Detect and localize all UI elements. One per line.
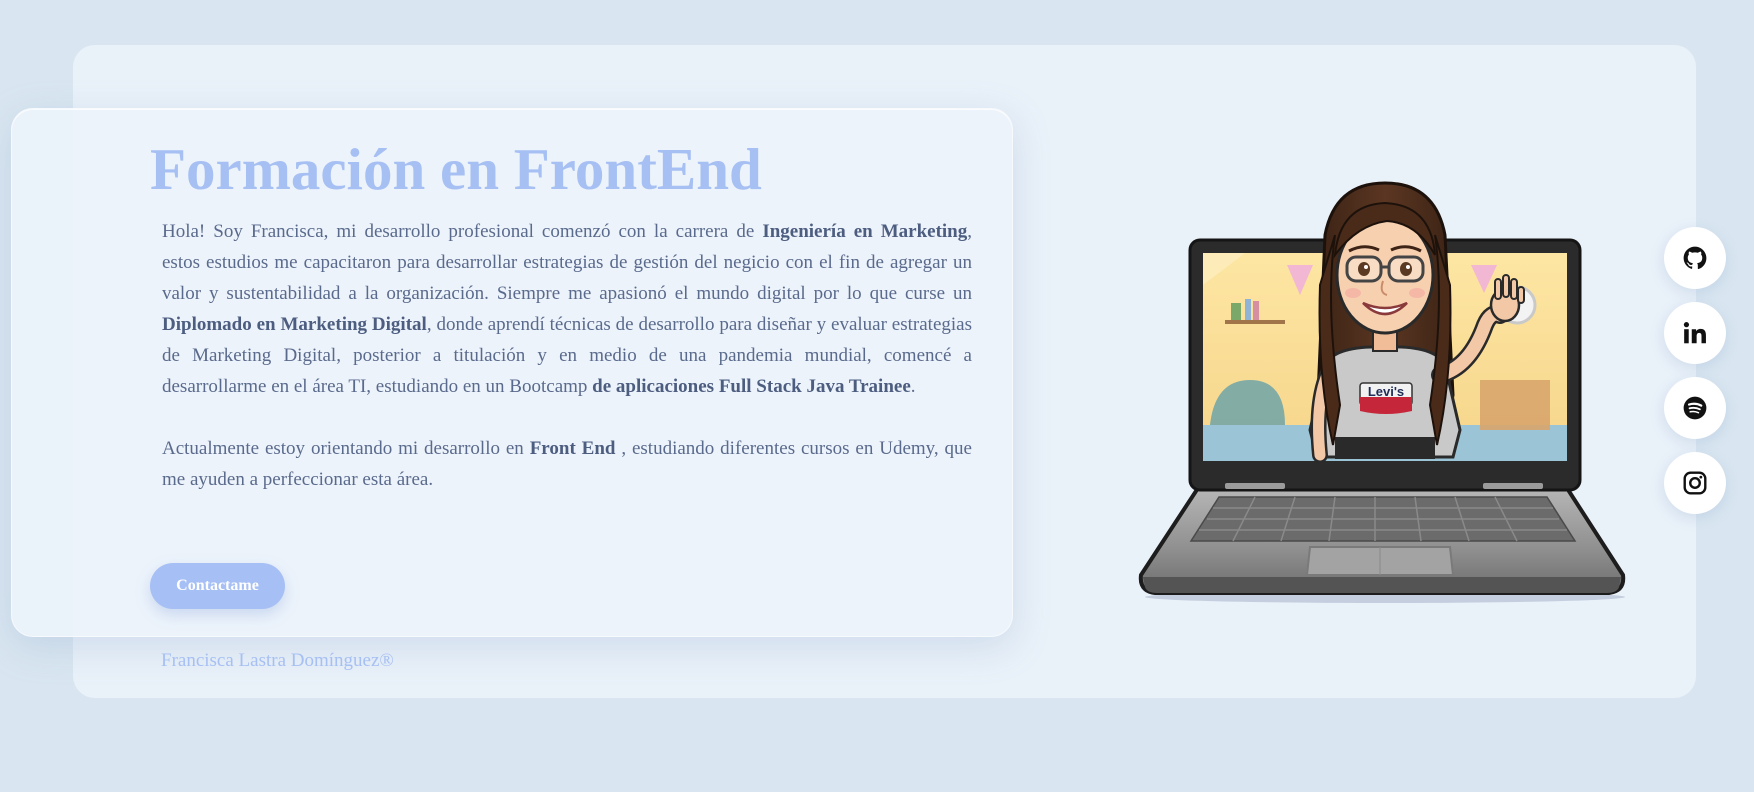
spotify-icon <box>1683 396 1707 420</box>
footer-credit: Francisca Lastra Domínguez® <box>161 650 394 671</box>
linkedin-link[interactable] <box>1664 302 1726 364</box>
contact-button[interactable]: Contactame <box>150 563 285 609</box>
bio-highlight-digital-marketing: Diplomado en Marketing Digital <box>162 314 427 335</box>
bio-text-segment: Hola! Soy Francisca, mi desarrollo profe… <box>162 221 763 242</box>
instagram-link[interactable] <box>1664 452 1726 514</box>
bio-text-segment: . <box>910 376 916 397</box>
bio-paragraph-2: Actualmente estoy orientando mi desarrol… <box>162 433 972 495</box>
shirt-logo: Levi's <box>1368 384 1404 399</box>
instagram-icon <box>1683 471 1707 495</box>
bio-text-segment: Actualmente estoy orientando mi desarrol… <box>162 438 530 459</box>
bio-text: Hola! Soy Francisca, mi desarrollo profe… <box>162 216 972 495</box>
page-title: Formación en FrontEnd <box>150 136 762 202</box>
github-icon <box>1683 246 1707 270</box>
bio-highlight-marketing-degree: Ingeniería en Marketing <box>762 221 968 242</box>
linkedin-icon <box>1683 322 1706 344</box>
social-links-bar <box>1664 227 1728 527</box>
bio-highlight-front-end: Front End <box>529 438 616 459</box>
bio-paragraph-1: Hola! Soy Francisca, mi desarrollo profe… <box>162 216 972 402</box>
spotify-link[interactable] <box>1664 377 1726 439</box>
avatar-laptop-illustration: Levi's <box>1138 181 1626 603</box>
github-link[interactable] <box>1664 227 1726 289</box>
bio-highlight-bootcamp: de aplicaciones Full Stack Java Trainee <box>592 376 911 397</box>
